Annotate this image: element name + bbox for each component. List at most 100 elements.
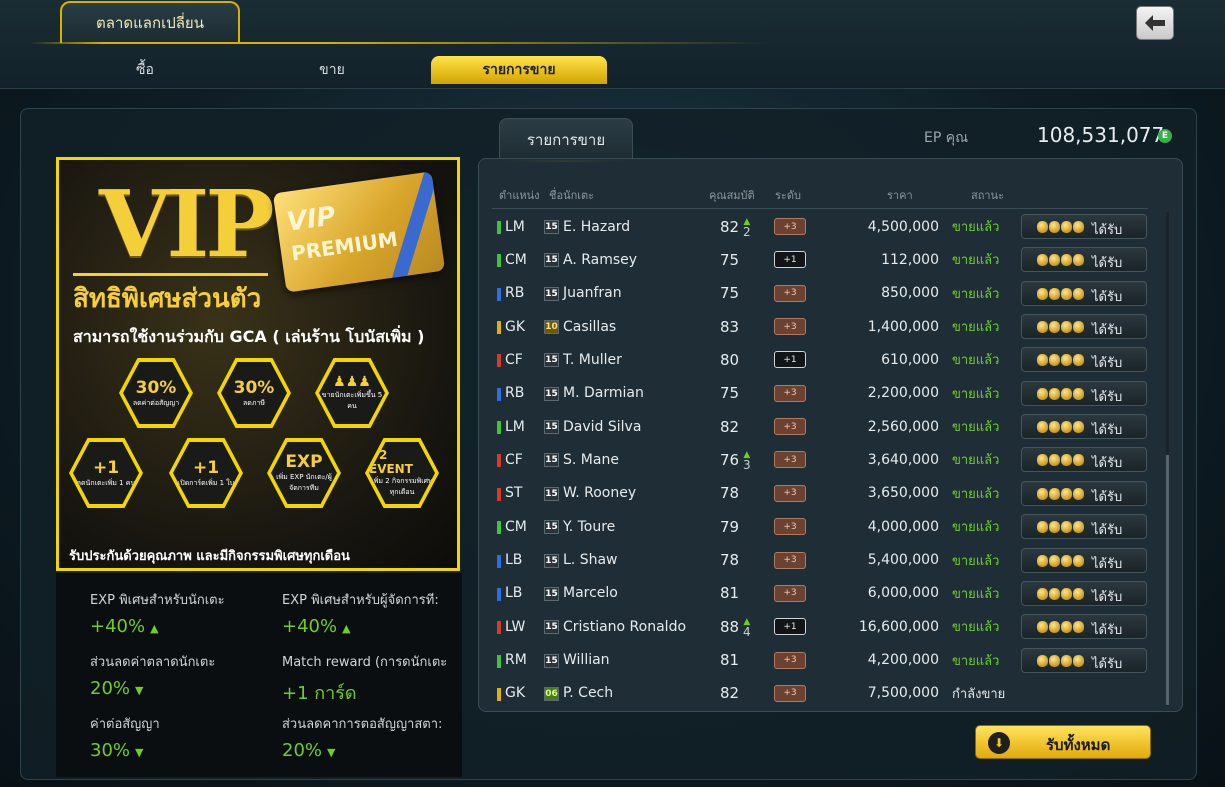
upgrade-grade-badge: +3 [774, 318, 806, 336]
season-badge: 10 [544, 320, 559, 335]
sale-row[interactable]: GK 06 P. Cech 82 +3 7,500,000 กำลังขาย [492, 677, 1152, 710]
sale-row[interactable]: LM 15 David Silva 82 +3 2,560,000 ขายแล้ว ได้รั… [492, 410, 1152, 443]
player-ovr: 80 [720, 350, 740, 369]
sale-row[interactable]: CM 15 A. Ramsey 75 +1 112,000 ขายแล้ว ได้รับ [492, 243, 1152, 276]
player-position: ST [505, 485, 523, 502]
sale-row[interactable]: RM 15 Willian 81 +3 4,200,000 ขายแล้ว ได้รับ [492, 644, 1152, 677]
player-name[interactable]: Willian [563, 644, 610, 677]
sale-row[interactable]: LB 15 Marcelo 81 +3 6,000,000 ขายแล้ว ได้รับ [492, 577, 1152, 610]
header-ovr: คุณสมบัติ [709, 189, 755, 202]
sale-row[interactable]: GK 10 Casillas 83 +3 1,400,000 ขายแล้ว ได้รับ [492, 310, 1152, 343]
stat-market-discount: ส่วนลดค่าตลาดนักเตะ 20% ▼ [90, 655, 216, 699]
sale-row[interactable]: ST 15 W. Rooney 78 +3 3,650,000 ขายแล้ว ได้รับ [492, 477, 1152, 510]
claim-label: ได้รับ [1092, 556, 1123, 572]
claim-button[interactable]: ได้รับ [1021, 247, 1147, 273]
tab-sell[interactable]: ขาย [287, 56, 377, 84]
claim-button[interactable]: ได้รับ [1021, 547, 1147, 573]
down-arrow-icon: ▼ [327, 746, 336, 759]
position-color-bar [497, 621, 501, 635]
claim-label: ได้รับ [1092, 289, 1123, 305]
vip-stats-panel: EXP พิเศษสำหรับนักเตะ +40% ▲ EXP พิเศษสำห… [56, 573, 462, 777]
season-badge: 15 [544, 653, 559, 668]
player-name[interactable]: Juanfran [563, 277, 622, 310]
tab-sale-list-panel[interactable]: รายการขาย [499, 118, 633, 162]
player-name[interactable]: S. Mane [563, 443, 619, 476]
claim-label: ได้รับ [1092, 656, 1123, 672]
sale-status: ขายแล้ว [952, 386, 1000, 402]
sale-price: 610,000 [881, 351, 939, 368]
claim-button[interactable]: ได้รับ [1021, 280, 1147, 306]
player-position: RB [505, 385, 525, 402]
player-position: RM [505, 652, 527, 669]
scrollbar-thumb[interactable] [1166, 455, 1169, 705]
stat-manager-exp: EXP พิเศษสำหรับผู้จัดการที: +40% ▲ [282, 593, 439, 637]
stat-match-reward: Match reward (การดนักเตะ +1 การ์ด [282, 655, 448, 704]
player-name[interactable]: Cristiano Ronaldo [563, 610, 686, 643]
benefit-tax-discount: 30% ลดภาษี [217, 358, 291, 428]
player-name[interactable]: L. Shaw [563, 544, 618, 577]
upgrade-grade-badge: +3 [774, 484, 806, 502]
claim-button[interactable]: ได้รับ [1021, 514, 1147, 540]
tab-buy[interactable]: ซื้อ [100, 56, 190, 84]
claim-button[interactable]: ได้รับ [1021, 347, 1147, 373]
claim-button[interactable]: ได้รับ [1021, 214, 1147, 239]
vip-title: VIP [99, 170, 275, 278]
season-badge: 15 [544, 386, 559, 401]
player-name[interactable]: P. Cech [563, 677, 613, 710]
sale-row[interactable]: LM 15 E. Hazard 82 ▲ 2 +3 4,500,000 ขายแล้ว ได้รั… [492, 210, 1152, 243]
sale-price: 3,640,000 [867, 451, 939, 468]
player-ovr: 83 [720, 317, 740, 336]
sale-row[interactable]: RB 15 M. Darmian 75 +3 2,200,000 ขายแล้ว ได้รับ [492, 377, 1152, 410]
claim-button[interactable]: ได้รับ [1021, 614, 1147, 640]
down-arrow-icon: ▼ [135, 746, 144, 759]
sale-status: กำลังขาย [952, 686, 1006, 702]
ovr-boost: ▲ 3 [743, 443, 751, 476]
sale-row[interactable]: CF 15 T. Muller 80 +1 610,000 ขายแล้ว ได้รับ [492, 343, 1152, 376]
player-name[interactable]: T. Muller [563, 343, 622, 376]
player-name[interactable]: Casillas [563, 310, 616, 343]
claim-button[interactable]: ได้รับ [1021, 447, 1147, 473]
claim-button[interactable]: ได้รับ [1021, 380, 1147, 406]
tab-sale-list[interactable]: รายการขาย [431, 56, 607, 84]
header-grade: ระดับ [775, 189, 801, 202]
claim-button[interactable]: ได้รับ [1021, 580, 1147, 606]
sale-row[interactable]: RB 15 Juanfran 75 +3 850,000 ขายแล้ว ได้รับ [492, 277, 1152, 310]
position-color-bar [497, 221, 501, 234]
sale-row[interactable]: CF 15 S. Mane 76 ▲ 3 +3 3,640,000 ขายแล้ว ได้รับ [492, 443, 1152, 476]
claim-button[interactable]: ได้รับ [1021, 314, 1147, 340]
player-ovr: 75 [720, 384, 740, 403]
player-name[interactable]: Marcelo [563, 577, 618, 610]
position-color-bar [497, 454, 501, 468]
player-name[interactable]: M. Darmian [563, 377, 644, 410]
player-name[interactable]: David Silva [563, 410, 641, 443]
coins-icon [1037, 287, 1089, 300]
back-button[interactable] [1136, 6, 1174, 40]
sale-row[interactable]: CM 15 Y. Toure 79 +3 4,000,000 ขายแล้ว ได้รับ [492, 510, 1152, 543]
sale-status: ขายแล้ว [952, 586, 1000, 602]
upgrade-grade-badge: +3 [774, 284, 806, 302]
claim-button[interactable]: ได้รับ [1021, 647, 1147, 673]
up-arrow-icon: ▲ [150, 622, 159, 635]
claim-label: ได้รับ [1092, 489, 1123, 505]
claim-all-button[interactable]: ⬇ รับทั้งหมด [975, 725, 1151, 759]
sale-price: 112,000 [881, 251, 939, 268]
player-position: CF [505, 451, 523, 468]
player-name[interactable]: E. Hazard [563, 210, 630, 243]
header-price: ราคา [887, 189, 913, 202]
claim-button[interactable]: ได้รับ [1021, 414, 1147, 440]
claim-button[interactable]: ได้รับ [1021, 480, 1147, 506]
stat-player-exp: EXP พิเศษสำหรับนักเตะ +40% ▲ [90, 593, 225, 637]
sale-row[interactable]: LB 15 L. Shaw 78 +3 5,400,000 ขายแล้ว ได้รับ [492, 544, 1152, 577]
vip-banner[interactable]: VIP VIP PREMIUM สิทธิพิเศษส่วนตัว สามารถ… [56, 157, 460, 571]
player-position: CF [505, 351, 523, 368]
season-badge: 15 [544, 486, 559, 501]
player-position: CM [505, 518, 527, 535]
sale-row[interactable]: LW 15 Cristiano Ronaldo 88 ▲ 4 +1 16,600,000 ขาย… [492, 610, 1152, 643]
header-status: สถานะ [971, 189, 1004, 202]
coins-icon [1037, 454, 1089, 467]
player-name[interactable]: Y. Toure [563, 510, 615, 543]
player-name[interactable]: W. Rooney [563, 477, 636, 510]
down-arrow-icon: ▼ [135, 684, 144, 697]
player-name[interactable]: A. Ramsey [563, 243, 637, 276]
header-name: ชื่อนักเตะ [549, 189, 595, 202]
